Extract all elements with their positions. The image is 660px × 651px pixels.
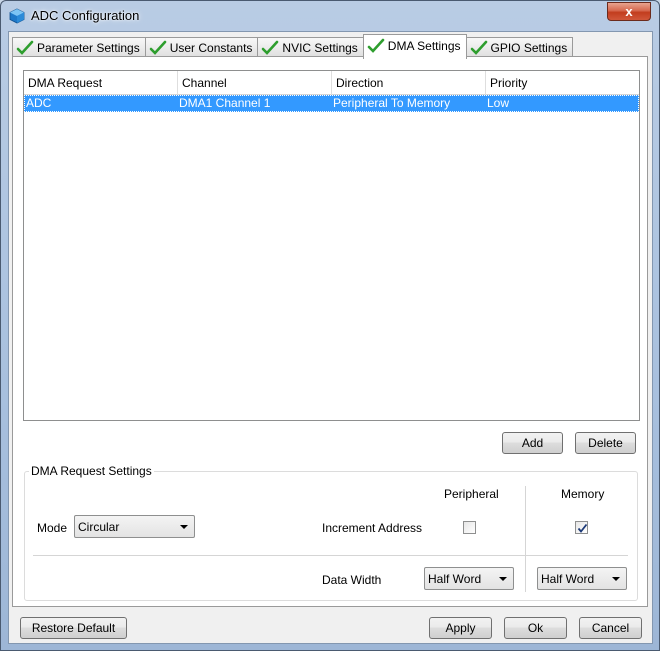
add-button[interactable]: Add <box>502 432 563 454</box>
increment-address-label: Increment Address <box>322 521 423 535</box>
cube-app-icon <box>9 8 25 24</box>
tab-user-constants[interactable]: User Constants <box>144 37 259 58</box>
tab-label: NVIC Settings <box>282 41 358 55</box>
cell-dma-request: ADC <box>26 96 52 110</box>
mode-select-value: Circular <box>78 520 120 534</box>
cell-priority: Low <box>487 96 510 110</box>
tab-dma-settings[interactable]: DMA Settings <box>362 34 467 59</box>
table-row[interactable]: ADC DMA1 Channel 1 Peripheral To Memory … <box>24 95 639 112</box>
cancel-button[interactable]: Cancel <box>579 617 642 639</box>
dma-request-settings-group: DMA Request Settings Peripheral Memory M… <box>24 464 638 601</box>
mode-select[interactable]: Circular <box>74 515 195 538</box>
close-button[interactable]: x <box>607 2 651 21</box>
dma-request-table[interactable]: DMA Request Channel Direction Priority A… <box>23 70 640 421</box>
mode-label: Mode <box>37 521 68 535</box>
column-header-dma-request[interactable]: DMA Request <box>24 71 178 95</box>
peripheral-increment-checkbox[interactable] <box>463 521 476 534</box>
ok-button[interactable]: Ok <box>504 617 567 639</box>
tab-label: User Constants <box>169 41 253 55</box>
title-bar[interactable]: ADC Configuration x <box>1 1 659 31</box>
tab-bar: Parameter Settings User Constants NVIC S… <box>12 34 574 59</box>
window-title: ADC Configuration <box>31 8 140 23</box>
tab-label: DMA Settings <box>387 39 461 53</box>
memory-header: Memory <box>561 487 605 501</box>
cell-channel: DMA1 Channel 1 <box>179 96 271 110</box>
tab-nvic-settings[interactable]: NVIC Settings <box>257 37 364 58</box>
table-header: DMA Request Channel Direction Priority <box>24 71 639 95</box>
tab-label: Parameter Settings <box>37 41 140 55</box>
dma-settings-panel: DMA Request Channel Direction Priority A… <box>12 56 648 607</box>
divider <box>33 555 628 556</box>
peripheral-data-width-value: Half Word <box>428 572 482 586</box>
green-check-icon <box>16 40 34 55</box>
green-check-icon <box>262 40 279 55</box>
memory-data-width-value: Half Word <box>541 572 595 586</box>
apply-button[interactable]: Apply <box>429 617 492 639</box>
green-check-icon <box>367 38 385 53</box>
green-check-icon <box>149 40 167 55</box>
chevron-down-icon <box>499 577 507 581</box>
data-width-label: Data Width <box>322 573 382 587</box>
column-header-channel[interactable]: Channel <box>178 71 332 95</box>
cell-direction: Peripheral To Memory <box>333 96 451 110</box>
chevron-down-icon <box>612 577 620 581</box>
chevron-down-icon <box>180 525 188 529</box>
group-title: DMA Request Settings <box>29 464 154 478</box>
column-header-priority[interactable]: Priority <box>486 71 639 95</box>
tab-gpio-settings[interactable]: GPIO Settings <box>465 37 574 58</box>
divider <box>525 486 526 592</box>
green-check-icon <box>470 40 487 55</box>
checkmark-icon <box>577 523 588 533</box>
peripheral-data-width-select[interactable]: Half Word <box>424 567 514 590</box>
memory-increment-checkbox[interactable] <box>575 521 588 534</box>
tab-parameter-settings[interactable]: Parameter Settings <box>12 37 146 58</box>
peripheral-header: Peripheral <box>444 487 499 501</box>
close-icon: x <box>625 4 633 19</box>
restore-default-button[interactable]: Restore Default <box>20 617 127 639</box>
dialog-window: ADC Configuration x Parameter Settings U… <box>0 0 660 651</box>
dialog-client-area: Parameter Settings User Constants NVIC S… <box>8 31 653 644</box>
tab-label: GPIO Settings <box>490 41 568 55</box>
delete-button[interactable]: Delete <box>575 432 636 454</box>
memory-data-width-select[interactable]: Half Word <box>537 567 627 590</box>
column-header-direction[interactable]: Direction <box>332 71 486 95</box>
